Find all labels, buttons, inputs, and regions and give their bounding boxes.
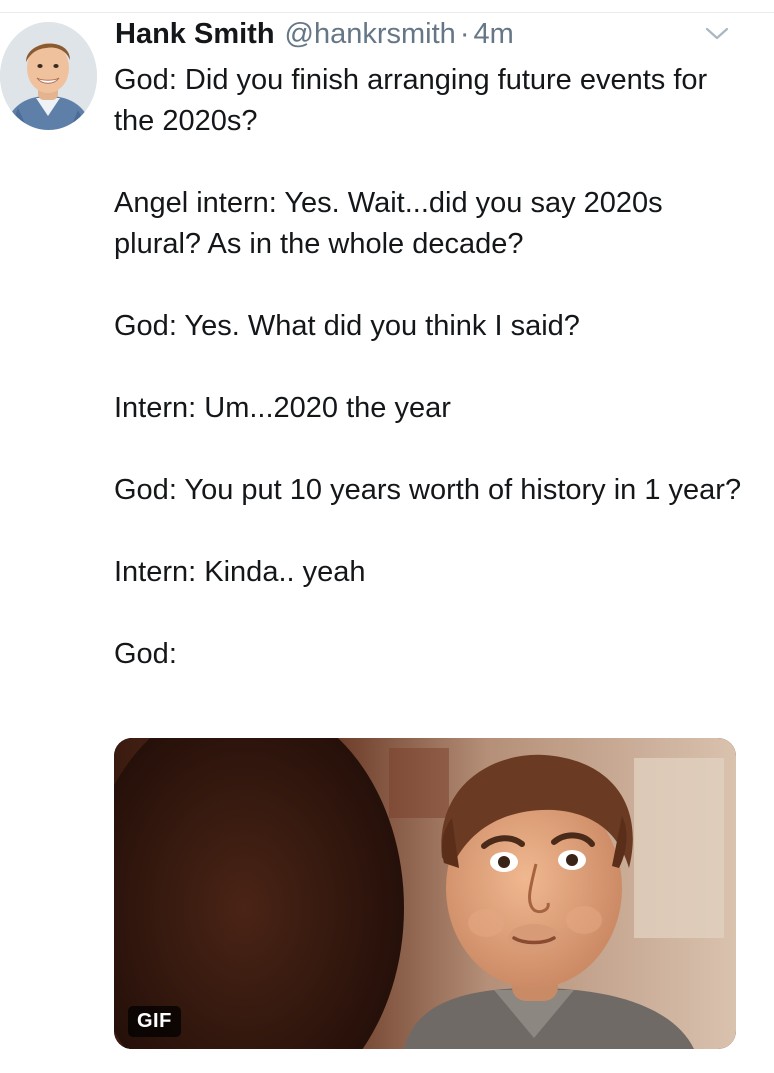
gif-badge: GIF (128, 1006, 181, 1037)
tweet-timestamp[interactable]: 4m (473, 18, 513, 51)
author-handle[interactable]: @hankrsmith (285, 18, 456, 51)
avatar-image (0, 22, 97, 130)
tweet-paragraph: God: You put 10 years worth of history i… (114, 474, 742, 506)
tweet-paragraph: God: Did you finish arranging future eve… (114, 64, 708, 137)
tweet-paragraph: Angel intern: Yes. Wait...did you say 20… (114, 187, 663, 260)
tweet-paragraph: Intern: Um...2020 the year (114, 392, 451, 424)
meta-separator: · (459, 18, 470, 50)
tweet-text: God: Did you finish arranging future eve… (114, 60, 754, 675)
gif-media[interactable]: GIF (114, 738, 736, 1049)
tweet-header: Hank Smith @hankrsmith · 4m (115, 18, 514, 58)
author-display-name[interactable]: Hank Smith (115, 18, 275, 51)
tweet-paragraph: Intern: Kinda.. yeah (114, 556, 366, 588)
avatar[interactable] (0, 22, 97, 130)
chevron-down-icon[interactable] (704, 26, 730, 42)
tweet-paragraph: God: Yes. What did you think I said? (114, 310, 580, 342)
tweet-paragraph: God: (114, 638, 177, 670)
gif-image (114, 738, 736, 1049)
tweet: Hank Smith @hankrsmith · 4m God: Did you… (0, 0, 774, 1073)
